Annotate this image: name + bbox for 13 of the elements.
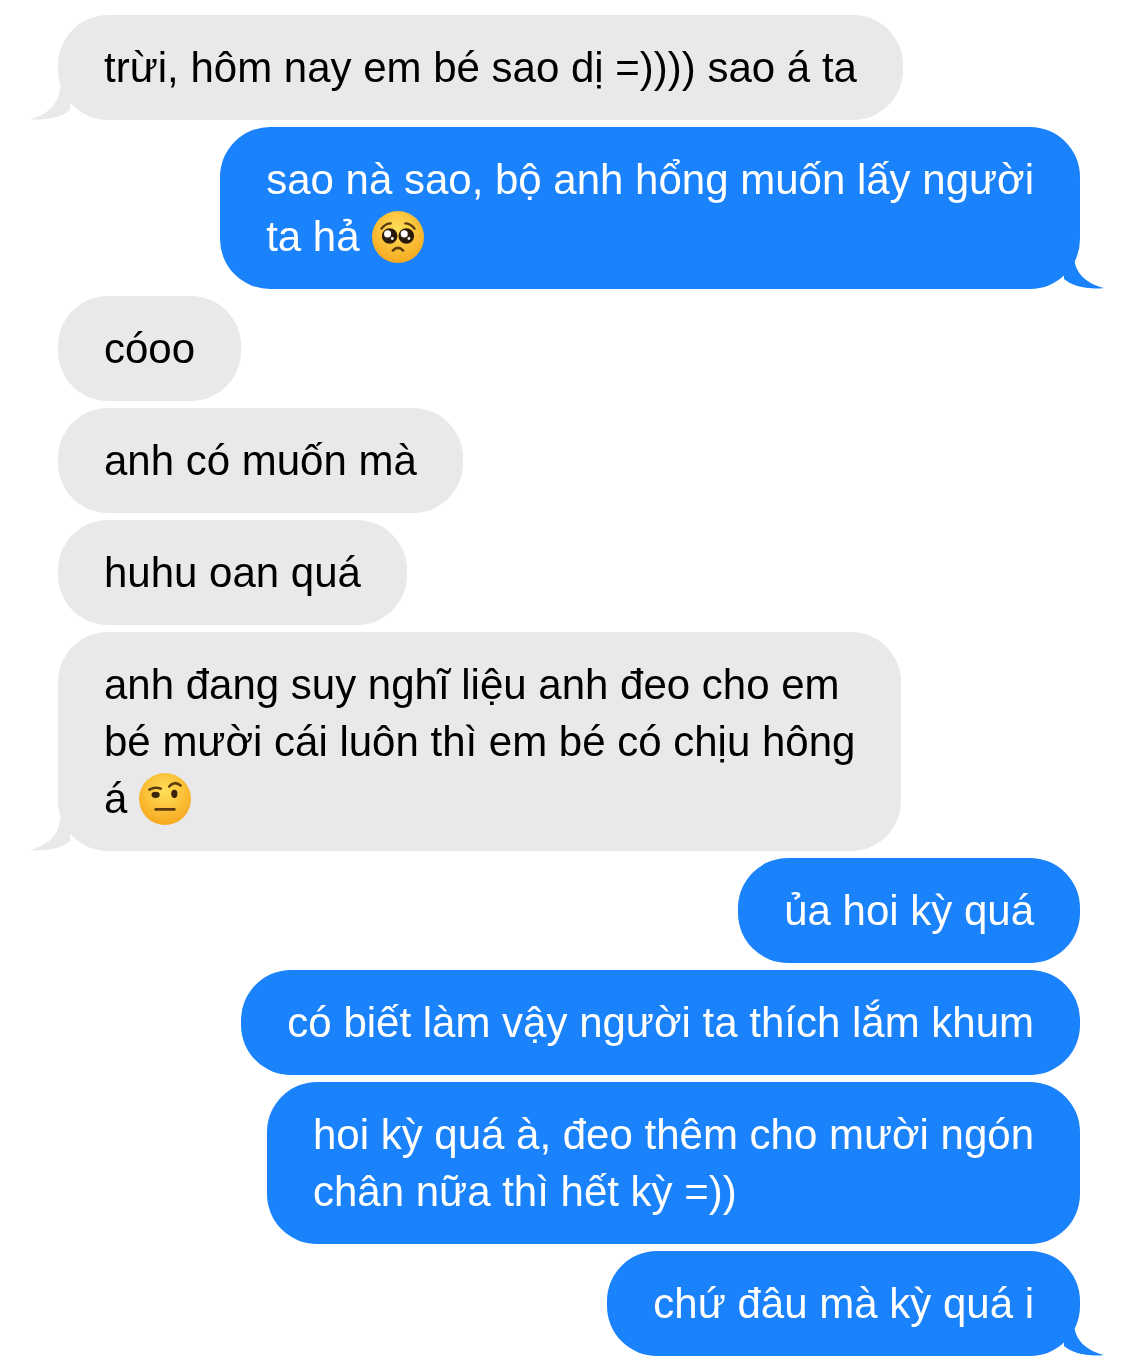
message-text: á (104, 774, 128, 824)
message-text: huhu oan quá (104, 549, 361, 596)
pleading-face-icon (371, 210, 424, 263)
message-text: sao nà sao, bộ anh hổng muốn lấy người (266, 155, 1034, 205)
message-text: ủa hoi kỳ quá (784, 887, 1034, 934)
raised-eyebrow-face-icon (139, 772, 192, 825)
message-text: có biết làm vậy người ta thích lắm khum (287, 999, 1034, 1046)
message-text: hoi kỳ quá à, đeo thêm cho mười ngón chân nữa thì hết kỳ =)) (312, 1111, 1034, 1215)
message-text: trừi, hôm nay em bé sao dị =)))) sao á ta (104, 44, 857, 91)
message-text: anh có muốn mà (104, 437, 417, 484)
message-text: ta hả (266, 212, 360, 262)
message-text: cóoo (104, 325, 196, 372)
message-text: chứ đâu mà kỳ quá i (653, 1280, 1034, 1327)
